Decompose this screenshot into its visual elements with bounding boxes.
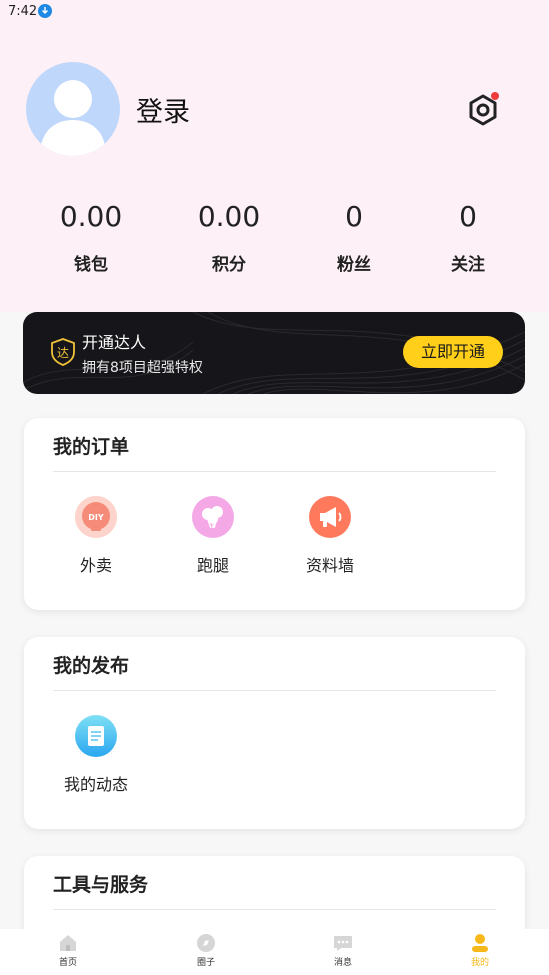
section-title: 工具与服务 — [53, 874, 149, 896]
tab-home[interactable]: 首页 — [38, 933, 98, 968]
divider — [53, 909, 496, 910]
shield-badge-char: 达 — [57, 346, 69, 360]
stat-value: 0 — [345, 200, 363, 233]
stat-value: 0.00 — [197, 200, 261, 233]
shield-badge-icon: 达 — [51, 338, 75, 366]
tab-label: 首页 — [58, 958, 77, 968]
divider — [53, 690, 496, 691]
diy-icon: DIY — [75, 496, 117, 538]
tab-mine[interactable]: 我的 — [450, 933, 510, 968]
stat-fans[interactable]: 0 粉丝 — [299, 198, 409, 275]
stat-label: 关注 — [451, 255, 485, 275]
divider — [53, 471, 496, 472]
notification-dot — [491, 92, 499, 100]
stat-value: 0 — [459, 200, 477, 233]
tab-messages[interactable]: 消息 — [313, 933, 373, 968]
item-label: 跑腿 — [196, 556, 229, 575]
home-icon — [58, 933, 78, 953]
tab-circle[interactable]: 圈子 — [176, 933, 236, 968]
section-title: 我的发布 — [53, 655, 130, 677]
stat-label: 钱包 — [74, 255, 108, 275]
vip-banner[interactable]: 达 开通达人 拥有8项目超强特权 立即开通 — [23, 312, 525, 394]
posts-card: 我的发布 我的动态 — [24, 637, 525, 829]
vip-title: 开通达人 — [82, 333, 147, 352]
stat-label: 粉丝 — [337, 255, 371, 275]
post-item-my-feed[interactable]: 我的动态 — [51, 715, 141, 795]
stat-wallet[interactable]: 0.00 钱包 — [36, 198, 146, 275]
circle-icon — [196, 933, 216, 953]
stat-value: 0.00 — [59, 200, 123, 233]
balloons-icon — [192, 496, 234, 538]
user-icon — [470, 933, 490, 953]
diy-icon-text: DIY — [88, 513, 104, 522]
tab-label: 圈子 — [196, 958, 215, 968]
tab-label: 消息 — [333, 958, 352, 968]
bottom-tab-bar: 首页 圈子 消息 我的 — [0, 929, 549, 975]
order-item-profile-wall[interactable]: 资料墙 — [285, 496, 375, 576]
order-item-errand[interactable]: 跑腿 — [168, 496, 258, 576]
document-icon — [75, 715, 117, 757]
section-title: 我的订单 — [53, 436, 130, 458]
status-bar: 7:42 — [0, 0, 549, 24]
avatar-placeholder-icon — [40, 80, 106, 156]
activate-vip-button[interactable]: 立即开通 — [403, 336, 503, 368]
stat-following[interactable]: 0 关注 — [413, 198, 523, 275]
stat-points[interactable]: 0.00 积分 — [174, 198, 284, 275]
stat-label: 积分 — [212, 255, 246, 275]
item-label: 我的动态 — [63, 775, 128, 794]
download-icon — [38, 4, 52, 18]
item-label: 外卖 — [79, 556, 112, 575]
item-label: 资料墙 — [305, 556, 354, 575]
order-item-takeout[interactable]: DIY 外卖 — [51, 496, 141, 576]
avatar[interactable] — [26, 62, 120, 156]
vip-subtitle: 拥有8项目超强特权 — [82, 360, 203, 376]
message-icon — [333, 933, 353, 953]
megaphone-icon — [309, 496, 351, 538]
login-link[interactable]: 登录 — [136, 90, 190, 129]
orders-card: 我的订单 DIY 外卖 跑腿 资料墙 — [24, 418, 525, 610]
status-time: 7:42 — [8, 4, 38, 19]
tab-label: 我的 — [470, 958, 489, 968]
